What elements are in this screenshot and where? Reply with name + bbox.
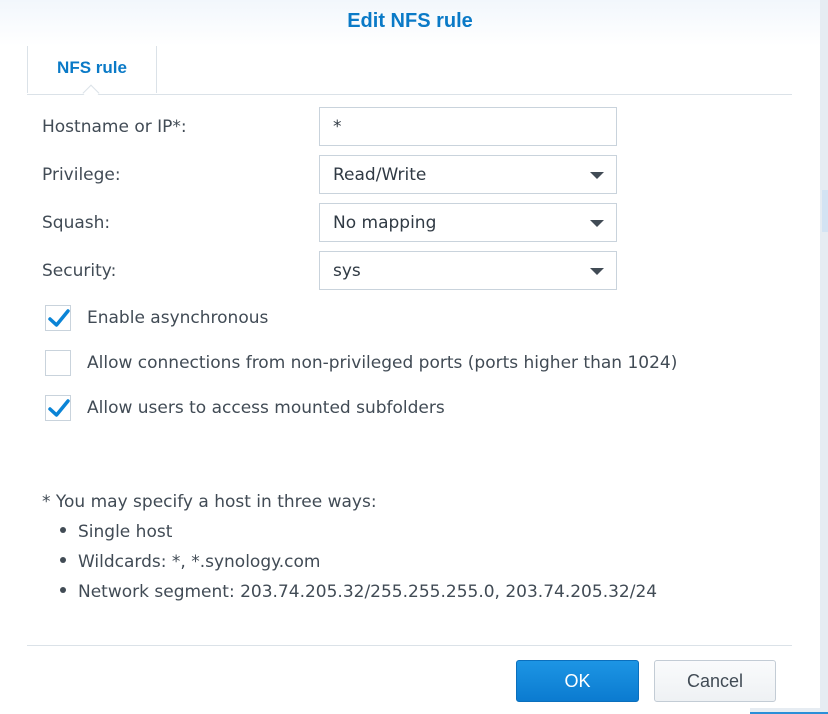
background-window-edge bbox=[820, 0, 828, 714]
list-item: Network segment: 203.74.205.32/255.255.2… bbox=[60, 582, 657, 602]
security-label: Security: bbox=[42, 261, 117, 281]
hostname-value: * bbox=[333, 117, 342, 137]
background-window-bottom bbox=[750, 708, 828, 714]
chevron-down-icon[interactable] bbox=[590, 220, 604, 227]
background-selection-highlight bbox=[822, 190, 828, 232]
tab-bar: NFS rule bbox=[27, 46, 792, 102]
mounted-subfolders-label[interactable]: Allow users to access mounted subfolders bbox=[87, 398, 445, 418]
cancel-button[interactable]: Cancel bbox=[654, 660, 776, 702]
ok-button[interactable]: OK bbox=[516, 660, 639, 702]
host-format-note: * You may specify a host in three ways: bbox=[42, 492, 377, 512]
list-item-text: Network segment: 203.74.205.32/255.255.2… bbox=[78, 582, 658, 602]
hostname-input[interactable]: * bbox=[319, 107, 617, 146]
checkmark-icon bbox=[48, 309, 70, 327]
chevron-down-icon[interactable] bbox=[590, 268, 604, 275]
chevron-down-icon[interactable] bbox=[590, 172, 604, 179]
list-item: Wildcards: *, *.synology.com bbox=[60, 552, 320, 572]
squash-select[interactable]: No mapping bbox=[319, 203, 617, 242]
mounted-subfolders-checkbox[interactable] bbox=[45, 395, 71, 421]
tab-label: NFS rule bbox=[57, 58, 127, 77]
non-privileged-ports-checkbox[interactable] bbox=[45, 350, 71, 376]
privilege-label: Privilege: bbox=[42, 165, 121, 185]
privilege-value: Read/Write bbox=[333, 165, 427, 185]
privilege-select[interactable]: Read/Write bbox=[319, 155, 617, 194]
squash-label: Squash: bbox=[42, 213, 111, 233]
checkmark-icon bbox=[48, 399, 70, 417]
security-select[interactable]: sys bbox=[319, 251, 617, 290]
footer-divider bbox=[27, 645, 792, 646]
list-item-text: Single host bbox=[78, 522, 173, 542]
enable-async-label[interactable]: Enable asynchronous bbox=[87, 308, 268, 328]
hostname-label: Hostname or IP*: bbox=[42, 117, 187, 137]
list-item-text: Wildcards: *, *.synology.com bbox=[78, 552, 321, 572]
edit-nfs-rule-dialog: Edit NFS rule NFS rule Hostname or IP*: … bbox=[0, 0, 820, 714]
dialog-titlebar[interactable]: Edit NFS rule bbox=[0, 0, 820, 46]
list-item: Single host bbox=[60, 522, 172, 542]
squash-value: No mapping bbox=[333, 213, 437, 233]
enable-async-checkbox[interactable] bbox=[45, 305, 71, 331]
security-value: sys bbox=[333, 261, 361, 281]
dialog-title: Edit NFS rule bbox=[347, 10, 473, 32]
non-privileged-ports-label[interactable]: Allow connections from non-privileged po… bbox=[87, 353, 677, 373]
